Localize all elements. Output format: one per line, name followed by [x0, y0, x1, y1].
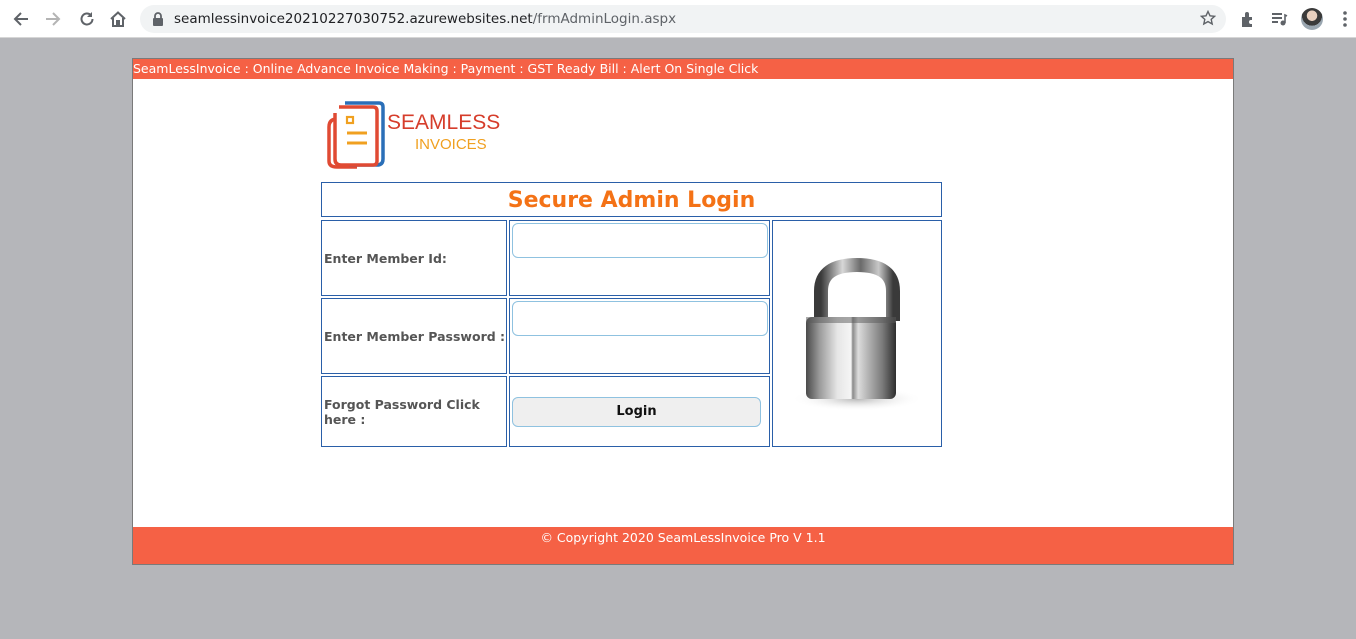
footer-copyright: © Copyright 2020 SeamLessInvoice Pro V 1… [133, 527, 1233, 564]
avatar[interactable] [1301, 8, 1323, 30]
star-icon[interactable] [1199, 9, 1217, 31]
media-icon[interactable] [1268, 9, 1290, 29]
login-button[interactable]: Login [512, 397, 761, 427]
seamless-logo: SEAMLESS INVOICES [327, 99, 500, 169]
address-bar[interactable]: seamlessinvoice20210227030752.azurewebsi… [140, 5, 1226, 33]
home-icon[interactable] [103, 0, 133, 38]
login-button-cell: Login [509, 376, 770, 447]
lock-icon [152, 12, 164, 31]
member-id-label: Enter Member Id: [321, 220, 507, 296]
page-title: Secure Admin Login [507, 188, 756, 213]
forward-arrow-icon[interactable] [38, 0, 68, 38]
url-text: seamlessinvoice20210227030752.azurewebsi… [174, 11, 676, 27]
page-container: SeamLessInvoice : Online Advance Invoice… [132, 58, 1234, 565]
member-id-input[interactable] [512, 223, 768, 258]
browser-toolbar: seamlessinvoice20210227030752.azurewebsi… [0, 0, 1356, 38]
back-arrow-icon[interactable] [6, 0, 36, 38]
forgot-password-link[interactable]: Forgot Password Click here : [321, 376, 507, 447]
reload-icon[interactable] [72, 0, 102, 38]
password-label: Enter Member Password : [321, 298, 507, 374]
padlock-image [791, 257, 923, 411]
password-input[interactable] [512, 301, 768, 336]
logo-text-invoices: INVOICES [415, 136, 487, 153]
extensions-icon[interactable] [1237, 9, 1259, 29]
url-path: /frmAdminLogin.aspx [532, 11, 677, 27]
header-tagline: SeamLessInvoice : Online Advance Invoice… [133, 59, 1233, 79]
login-title-cell: Secure Admin Login [321, 182, 942, 217]
padlock-cell [772, 220, 942, 447]
invoice-logo-icon [327, 101, 385, 169]
logo-text-seamless: SEAMLESS [387, 111, 501, 134]
url-host: seamlessinvoice20210227030752.azurewebsi… [174, 11, 533, 27]
menu-icon[interactable] [1334, 9, 1356, 29]
password-cell [509, 298, 770, 374]
member-id-cell [509, 220, 770, 296]
